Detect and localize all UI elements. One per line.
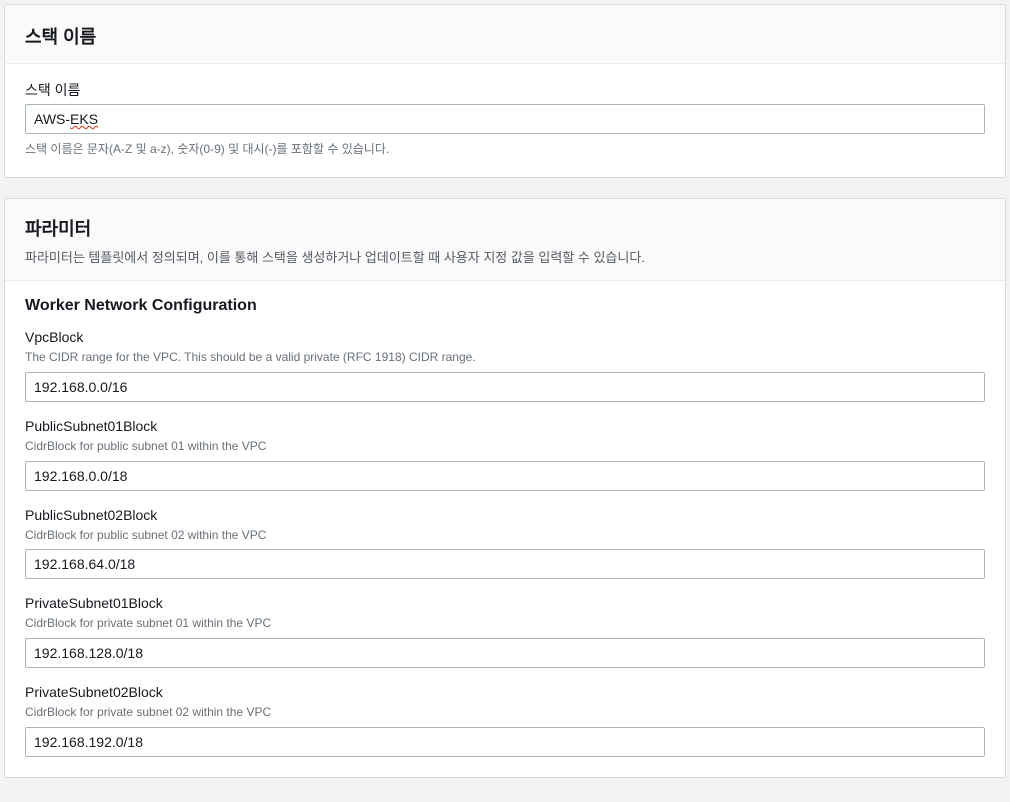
stack-name-help-text: 스택 이름은 문자(A-Z 및 a-z), 숫자(0-9) 및 대시(-)를 포… bbox=[25, 140, 985, 157]
vpcblock-field-group: VpcBlock The CIDR range for the VPC. Thi… bbox=[25, 329, 985, 402]
publicsubnet01-label: PublicSubnet01Block bbox=[25, 418, 985, 434]
publicsubnet02-desc: CidrBlock for public subnet 02 within th… bbox=[25, 527, 985, 544]
privatesubnet01-desc: CidrBlock for private subnet 01 within t… bbox=[25, 615, 985, 632]
publicsubnet01-input[interactable] bbox=[25, 461, 985, 491]
privatesubnet02-field-group: PrivateSubnet02Block CidrBlock for priva… bbox=[25, 684, 985, 757]
vpcblock-input[interactable] bbox=[25, 372, 985, 402]
stack-name-panel-title: 스택 이름 bbox=[25, 23, 985, 49]
stack-name-panel: 스택 이름 스택 이름 AWS-EKS 스택 이름은 문자(A-Z 및 a-z)… bbox=[4, 4, 1006, 178]
stack-name-field-group: 스택 이름 AWS-EKS 스택 이름은 문자(A-Z 및 a-z), 숫자(0… bbox=[25, 80, 985, 157]
parameters-panel-header: 파라미터 파라미터는 템플릿에서 정의되며, 이를 통해 스택을 생성하거나 업… bbox=[5, 199, 1005, 281]
privatesubnet01-label: PrivateSubnet01Block bbox=[25, 595, 985, 611]
privatesubnet02-input[interactable] bbox=[25, 727, 985, 757]
stack-name-input[interactable]: AWS-EKS bbox=[25, 104, 985, 134]
publicsubnet01-desc: CidrBlock for public subnet 01 within th… bbox=[25, 438, 985, 455]
worker-network-section-title: Worker Network Configuration bbox=[25, 297, 985, 315]
vpcblock-label: VpcBlock bbox=[25, 329, 985, 345]
parameters-panel-title: 파라미터 bbox=[25, 215, 985, 241]
stack-name-panel-body: 스택 이름 AWS-EKS 스택 이름은 문자(A-Z 및 a-z), 숫자(0… bbox=[5, 64, 1005, 177]
privatesubnet02-label: PrivateSubnet02Block bbox=[25, 684, 985, 700]
parameters-panel: 파라미터 파라미터는 템플릿에서 정의되며, 이를 통해 스택을 생성하거나 업… bbox=[4, 198, 1006, 778]
vpcblock-desc: The CIDR range for the VPC. This should … bbox=[25, 349, 985, 366]
publicsubnet02-input[interactable] bbox=[25, 549, 985, 579]
stack-name-panel-header: 스택 이름 bbox=[5, 5, 1005, 64]
parameters-panel-body: Worker Network Configuration VpcBlock Th… bbox=[5, 281, 1005, 777]
privatesubnet01-field-group: PrivateSubnet01Block CidrBlock for priva… bbox=[25, 595, 985, 668]
publicsubnet01-field-group: PublicSubnet01Block CidrBlock for public… bbox=[25, 418, 985, 491]
publicsubnet02-field-group: PublicSubnet02Block CidrBlock for public… bbox=[25, 507, 985, 580]
privatesubnet01-input[interactable] bbox=[25, 638, 985, 668]
privatesubnet02-desc: CidrBlock for private subnet 02 within t… bbox=[25, 704, 985, 721]
parameters-panel-subtitle: 파라미터는 템플릿에서 정의되며, 이를 통해 스택을 생성하거나 업데이트할 … bbox=[25, 247, 985, 266]
publicsubnet02-label: PublicSubnet02Block bbox=[25, 507, 985, 523]
stack-name-label: 스택 이름 bbox=[25, 80, 985, 100]
